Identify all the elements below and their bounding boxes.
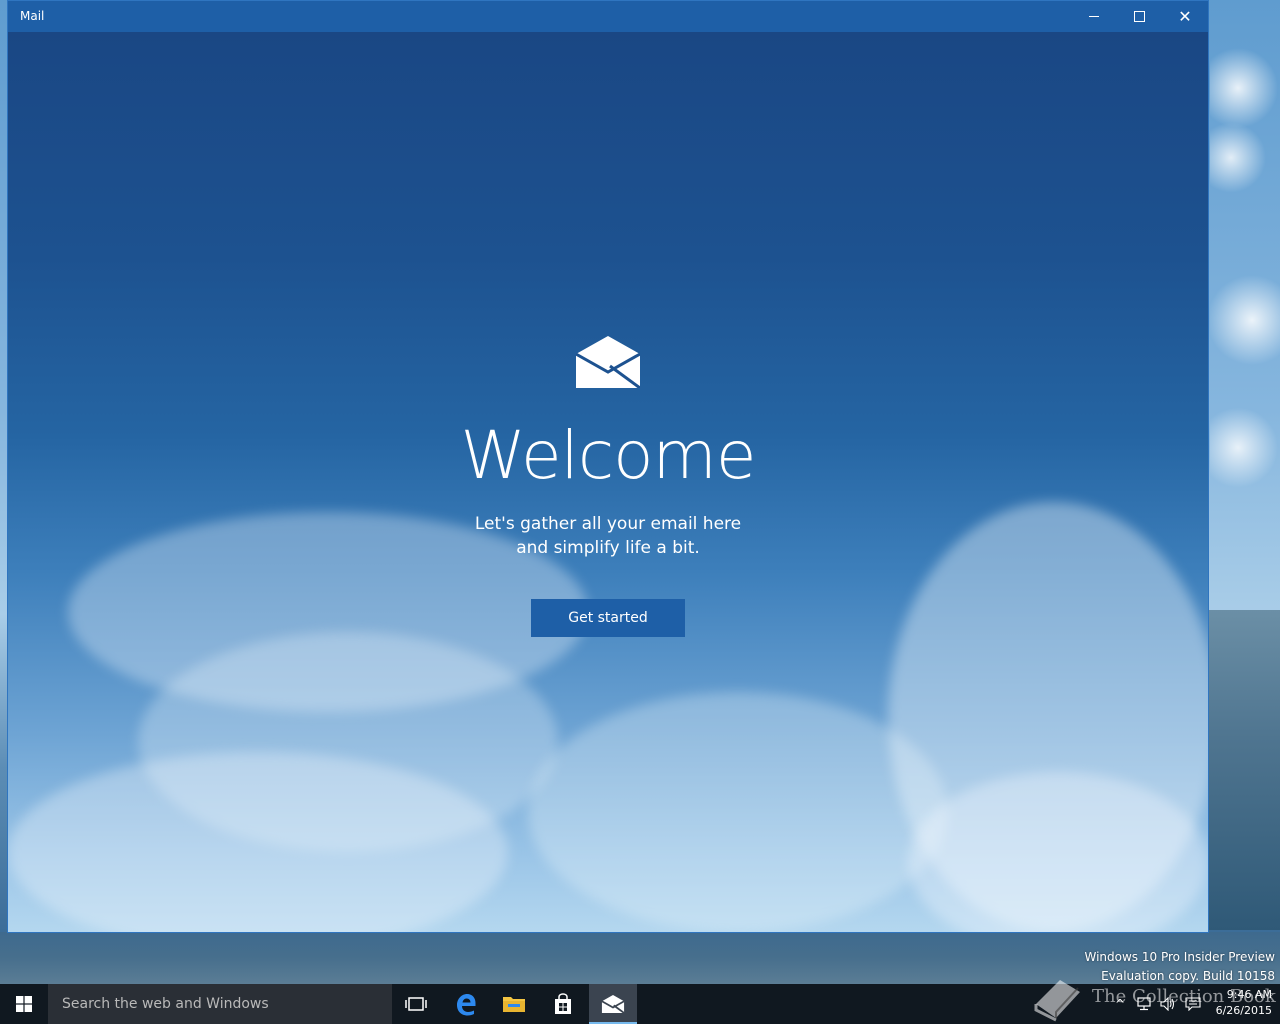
book-logo-icon xyxy=(1034,980,1080,1022)
start-button[interactable] xyxy=(0,984,48,1024)
welcome-heading: Welcome xyxy=(460,417,757,494)
store-button[interactable] xyxy=(539,984,587,1024)
mail-icon xyxy=(601,995,625,1013)
close-button[interactable]: ✕ xyxy=(1162,1,1208,32)
minimize-button[interactable] xyxy=(1071,1,1117,32)
minimize-icon xyxy=(1089,16,1099,17)
get-started-button[interactable]: Get started xyxy=(531,599,685,637)
welcome-screen: Welcome Let's gather all your email here… xyxy=(8,32,1208,932)
build-watermark-line1: Windows 10 Pro Insider Preview xyxy=(1084,950,1275,964)
welcome-subtitle: Let's gather all your email here and sim… xyxy=(474,514,742,558)
cloud-decoration xyxy=(528,692,948,932)
task-view-icon xyxy=(405,997,427,1011)
title-bar[interactable]: Mail ✕ xyxy=(8,1,1208,32)
store-icon xyxy=(555,993,571,1014)
brand-watermark: The Collection Book xyxy=(1030,972,1280,1024)
maximize-button[interactable] xyxy=(1116,1,1162,32)
task-view-button[interactable] xyxy=(392,984,440,1024)
search-box[interactable] xyxy=(48,984,392,1024)
maximize-icon xyxy=(1133,11,1145,22)
mail-taskbar-button[interactable] xyxy=(589,984,637,1024)
mail-window: Mail ✕ Welcome Let's gather all your ema… xyxy=(7,0,1209,933)
edge-icon xyxy=(457,994,476,1016)
file-explorer-icon xyxy=(503,997,525,1012)
edge-button[interactable] xyxy=(442,984,490,1024)
windows-logo-icon xyxy=(16,996,32,1012)
close-icon: ✕ xyxy=(1178,6,1192,26)
brand-text: The Collection Book xyxy=(1092,986,1276,1007)
file-explorer-button[interactable] xyxy=(490,984,538,1024)
desktop-wallpaper-sea xyxy=(1208,610,1280,930)
window-title: Mail xyxy=(20,9,45,23)
search-input[interactable] xyxy=(60,995,384,1013)
desktop-wallpaper-clouds xyxy=(1210,30,1280,610)
mail-icon xyxy=(576,336,640,388)
